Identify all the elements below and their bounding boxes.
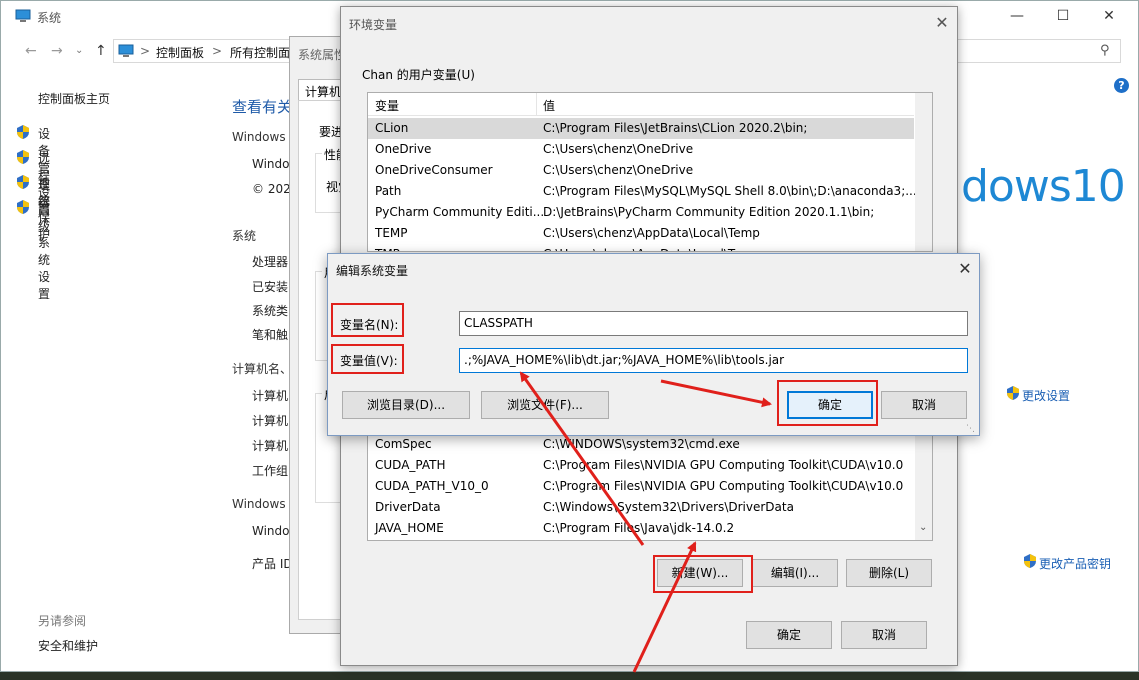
annotation-arrows xyxy=(519,371,772,673)
annotation-arrow-to-value xyxy=(519,371,645,546)
annotation-arrow-to-ok xyxy=(660,379,772,408)
annotation-arrow-to-new xyxy=(632,541,697,673)
